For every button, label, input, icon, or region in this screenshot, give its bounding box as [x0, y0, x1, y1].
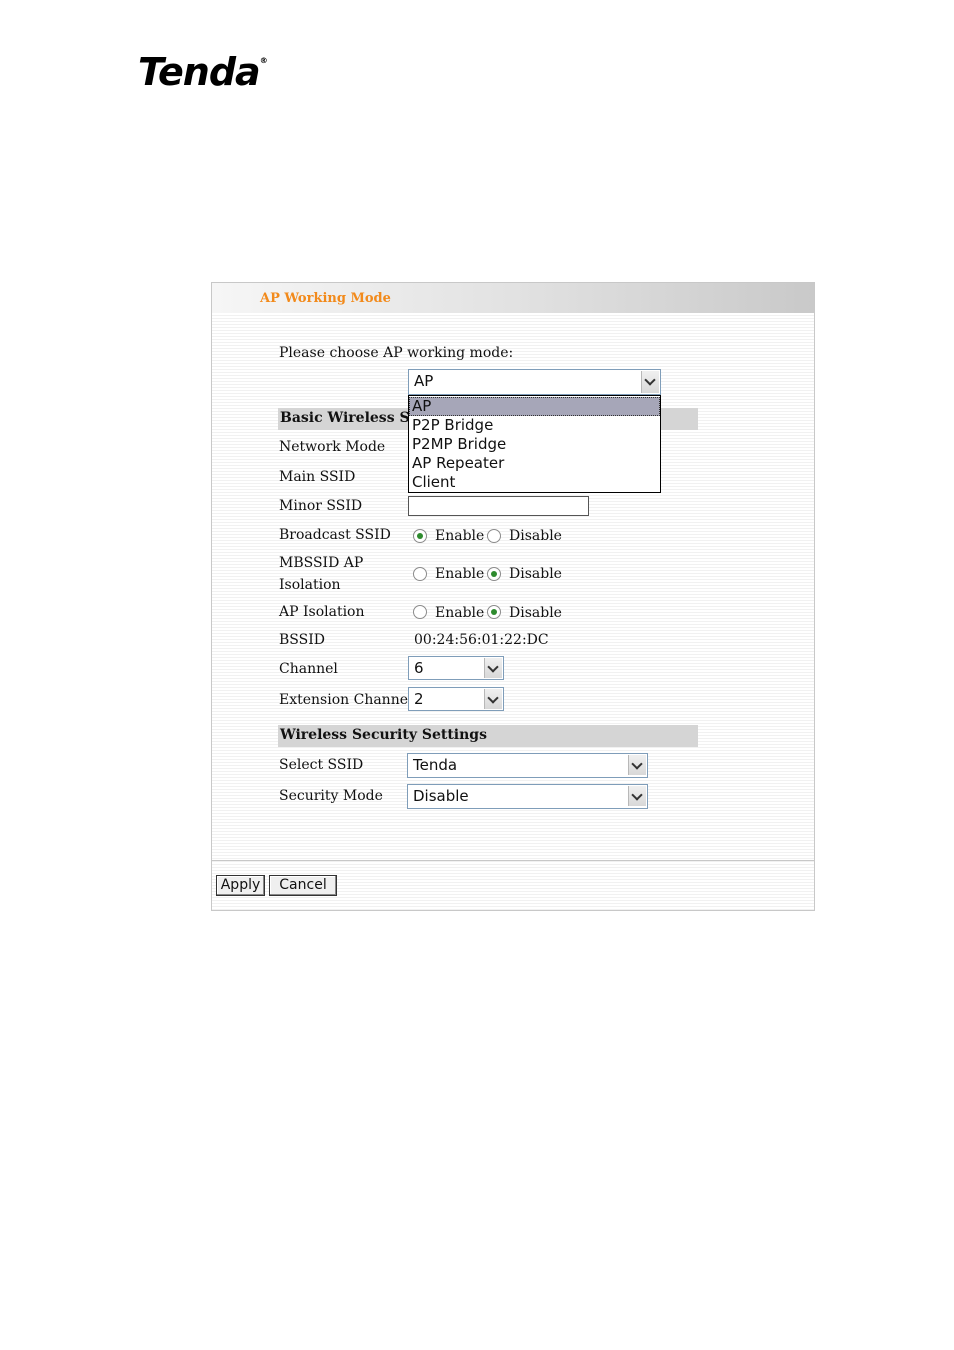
ap-isolation-disable-label: Disable: [509, 605, 562, 621]
security-mode-label: Security Mode: [279, 788, 383, 804]
chevron-down-icon[interactable]: [628, 786, 646, 806]
mbssid-disable-label: Disable: [509, 566, 562, 582]
mode-option-p2mp-bridge[interactable]: P2MP Bridge: [409, 435, 660, 454]
channel-label: Channel: [279, 661, 338, 677]
ap-isolation-enable-radio[interactable]: [413, 605, 427, 619]
mode-option-ap[interactable]: AP: [409, 397, 660, 416]
broadcast-ssid-label: Broadcast SSID: [279, 527, 391, 543]
ap-isolation-enable-label: Enable: [435, 605, 485, 621]
choose-mode-label: Please choose AP working mode:: [279, 345, 514, 361]
page-title: AP Working Mode: [260, 291, 391, 306]
broadcast-ssid-enable-label: Enable: [435, 528, 485, 544]
mbssid-label-line1: MBSSID AP: [279, 555, 364, 571]
security-mode-value: Disable: [413, 787, 469, 805]
tenda-logo: Tenda®: [138, 50, 268, 94]
broadcast-ssid-enable-radio[interactable]: [413, 529, 427, 543]
extension-channel-select[interactable]: 2: [408, 687, 504, 711]
channel-select[interactable]: 6: [408, 656, 504, 680]
mode-option-client[interactable]: Client: [409, 473, 660, 492]
security-mode-select[interactable]: Disable: [407, 784, 648, 809]
logo-text: Tenda: [138, 50, 261, 94]
wireless-security-section-title: Wireless Security Settings: [280, 727, 487, 743]
footer-divider: [212, 860, 814, 861]
mode-option-ap-repeater[interactable]: AP Repeater: [409, 454, 660, 473]
mbssid-enable-radio[interactable]: [413, 567, 427, 581]
network-mode-label: Network Mode: [279, 439, 386, 455]
chevron-down-icon[interactable]: [484, 689, 502, 709]
ap-isolation-label: AP Isolation: [279, 604, 365, 620]
select-ssid-value: Tenda: [413, 756, 458, 774]
extension-channel-value: 2: [414, 690, 424, 708]
panel-header: AP Working Mode: [212, 283, 814, 313]
minor-ssid-input[interactable]: [408, 496, 589, 516]
broadcast-ssid-disable-radio[interactable]: [487, 529, 501, 543]
chevron-down-icon[interactable]: [484, 658, 502, 678]
apply-button[interactable]: Apply: [216, 875, 265, 896]
bssid-label: BSSID: [279, 632, 325, 648]
mbssid-enable-label: Enable: [435, 566, 485, 582]
extension-channel-label: Extension Channel: [279, 692, 413, 708]
chevron-down-icon[interactable]: [628, 755, 646, 775]
trademark-mark: ®: [259, 56, 268, 65]
mode-option-p2p-bridge[interactable]: P2P Bridge: [409, 416, 660, 435]
ap-mode-value: AP: [414, 372, 434, 390]
mbssid-disable-radio[interactable]: [487, 567, 501, 581]
ap-isolation-disable-radio[interactable]: [487, 605, 501, 619]
select-ssid-select[interactable]: Tenda: [407, 753, 648, 778]
ap-mode-select[interactable]: AP: [408, 369, 661, 395]
wireless-security-section-header: Wireless Security Settings: [278, 725, 698, 747]
broadcast-ssid-disable-label: Disable: [509, 528, 562, 544]
bssid-value: 00:24:56:01:22:DC: [414, 632, 549, 648]
select-ssid-label: Select SSID: [279, 757, 364, 773]
channel-value: 6: [414, 659, 424, 677]
main-ssid-label: Main SSID: [279, 469, 356, 485]
chevron-down-icon[interactable]: [641, 371, 659, 393]
cancel-button[interactable]: Cancel: [269, 875, 337, 896]
minor-ssid-label: Minor SSID: [279, 498, 363, 514]
ap-mode-dropdown[interactable]: AP P2P Bridge P2MP Bridge AP Repeater Cl…: [408, 395, 661, 493]
mbssid-label-line2: Isolation: [279, 577, 341, 593]
